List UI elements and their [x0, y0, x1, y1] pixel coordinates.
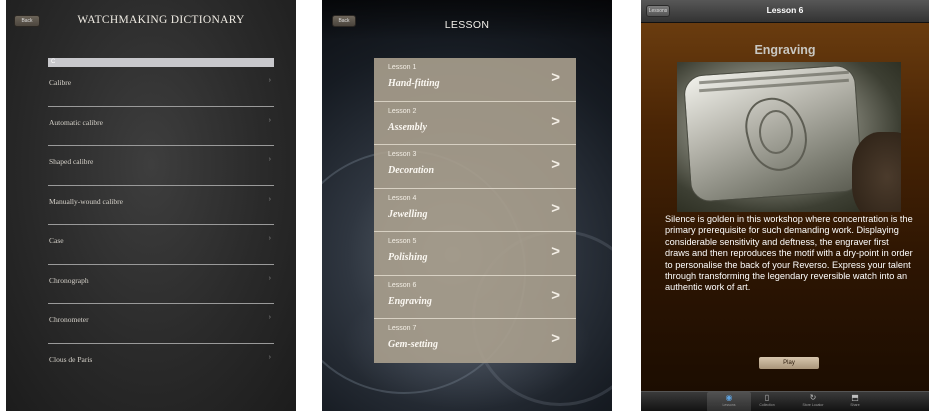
chevron-right-icon: › — [268, 274, 271, 282]
lesson-heading: Engraving — [754, 43, 816, 57]
lesson-number: Lesson 1 — [388, 64, 417, 71]
dictionary-header: Back WATCHMAKING DICTIONARY — [6, 0, 296, 40]
chevron-right-icon: › — [268, 116, 271, 124]
chevron-right-icon: › — [268, 314, 271, 321]
lesson-item[interactable]: Lesson 5 Polishing > — [374, 232, 576, 276]
dictionary-item-label: Chronometer — [49, 315, 89, 324]
lesson-name: Jewelling — [388, 208, 428, 220]
play-button[interactable]: Play — [759, 357, 819, 369]
chevron-right-icon: > — [551, 156, 560, 173]
dictionary-item-label: Clous de Paris — [49, 354, 93, 364]
lesson-number: Lesson 5 — [388, 238, 417, 245]
lesson-item[interactable]: Lesson 3 Decoration > — [374, 145, 576, 189]
back-button[interactable]: Back — [332, 15, 356, 27]
lesson-name: Assembly — [388, 121, 427, 133]
page-title: Lesson 6 — [766, 5, 804, 15]
lesson-name: Polishing — [388, 252, 428, 263]
chevron-right-icon: › — [268, 156, 271, 163]
lesson-item[interactable]: Lesson 6 Engraving > — [374, 275, 576, 319]
engraving-photo — [677, 62, 901, 212]
lesson-name: Engraving — [388, 295, 432, 307]
chevron-right-icon: > — [551, 243, 560, 260]
dictionary-item[interactable]: Shaped calibre › — [48, 146, 274, 186]
lesson-list: Lesson 1 Hand-fitting > Lesson 2 Assembl… — [374, 58, 576, 363]
dictionary-item[interactable]: Calibre › — [48, 67, 274, 107]
dictionary-screen: Back WATCHMAKING DICTIONARY C Calibre › … — [6, 0, 296, 411]
dictionary-item-label: Calibre — [49, 78, 72, 87]
lesson-description: Silence is golden in this workshop where… — [665, 214, 913, 293]
lesson-item[interactable]: Lesson 4 Jewelling > — [374, 188, 576, 232]
phone-icon: ▯ — [764, 393, 770, 402]
dictionary-item[interactable]: Chronograph › — [48, 265, 274, 304]
lesson-number: Lesson 4 — [388, 194, 417, 202]
lesson-name: Gem-setting — [388, 339, 438, 350]
lessons-back-button[interactable]: Lessons — [646, 5, 670, 17]
dictionary-item[interactable]: Automatic calibre › — [48, 107, 274, 146]
lesson-item[interactable]: Lesson 2 Assembly > — [374, 101, 576, 145]
lesson-detail-header: Lessons Lesson 6 — [641, 0, 929, 23]
lesson-number: Lesson 2 — [388, 107, 417, 115]
tab-collection[interactable]: ▯ Collection — [745, 392, 789, 411]
dictionary-item[interactable]: Manually-wound calibre › — [48, 186, 274, 225]
chevron-right-icon: › — [268, 195, 271, 203]
chevron-right-icon: > — [551, 286, 560, 304]
chevron-right-icon: > — [551, 330, 560, 347]
page-title: LESSON — [444, 19, 490, 31]
dictionary-item-label: Automatic calibre — [49, 117, 103, 127]
lesson-name: Hand-fitting — [388, 78, 440, 89]
lesson-number: Lesson 3 — [388, 151, 417, 158]
dictionary-item-label: Shaped calibre — [49, 157, 94, 166]
lesson-list-header: Back LESSON — [322, 0, 612, 40]
page-title: WATCHMAKING DICTIONARY — [77, 14, 245, 26]
back-button[interactable]: Back — [14, 15, 40, 27]
chevron-right-icon: > — [551, 112, 560, 130]
lesson-content: Engraving Silence is golden in this work… — [641, 23, 929, 391]
dictionary-item[interactable]: Clous de Paris › — [48, 344, 274, 384]
lesson-name: Decoration — [388, 165, 435, 176]
chevron-right-icon: > — [551, 69, 560, 86]
dictionary-list: Calibre › Automatic calibre › Shaped cal… — [48, 67, 274, 383]
lesson-number: Lesson 7 — [388, 325, 417, 332]
dictionary-item-label: Manually-wound calibre — [49, 196, 123, 206]
dictionary-item[interactable]: Case › — [48, 225, 274, 265]
chevron-right-icon: › — [268, 353, 271, 361]
tab-label: Share — [850, 403, 860, 407]
lesson-number: Lesson 6 — [388, 281, 417, 289]
share-icon: ⬒ — [851, 393, 859, 402]
section-index-header: C — [48, 58, 274, 67]
lesson-list-screen: Back LESSON Lesson 1 Hand-fitting > Less… — [322, 0, 612, 411]
dictionary-item[interactable]: Chronometer › — [48, 304, 274, 344]
lesson-item[interactable]: Lesson 1 Hand-fitting > — [374, 58, 576, 102]
tab-label: Store Locator — [802, 403, 824, 407]
tab-share[interactable]: ⬒ Share — [833, 392, 877, 411]
chevron-right-icon: › — [268, 77, 271, 84]
tab-label: Collection — [759, 403, 775, 407]
chevron-right-icon: > — [551, 199, 560, 217]
lesson-item[interactable]: Lesson 7 Gem-setting > — [374, 319, 576, 363]
lesson-detail-screen: Lessons Lesson 6 Engraving Silence is go… — [641, 0, 929, 411]
hand-shadow — [852, 132, 901, 212]
dictionary-item-label: Chronograph — [49, 275, 89, 285]
engraved-motif — [759, 110, 793, 154]
refresh-icon: ↻ — [809, 393, 817, 402]
chevron-right-icon: › — [268, 235, 271, 242]
dictionary-item-label: Case — [49, 236, 64, 245]
tab-bar: ◉ Lessons ▯ Collection ↻ Store Locator ⬒… — [641, 391, 929, 411]
tab-store-locator[interactable]: ↻ Store Locator — [791, 392, 835, 411]
